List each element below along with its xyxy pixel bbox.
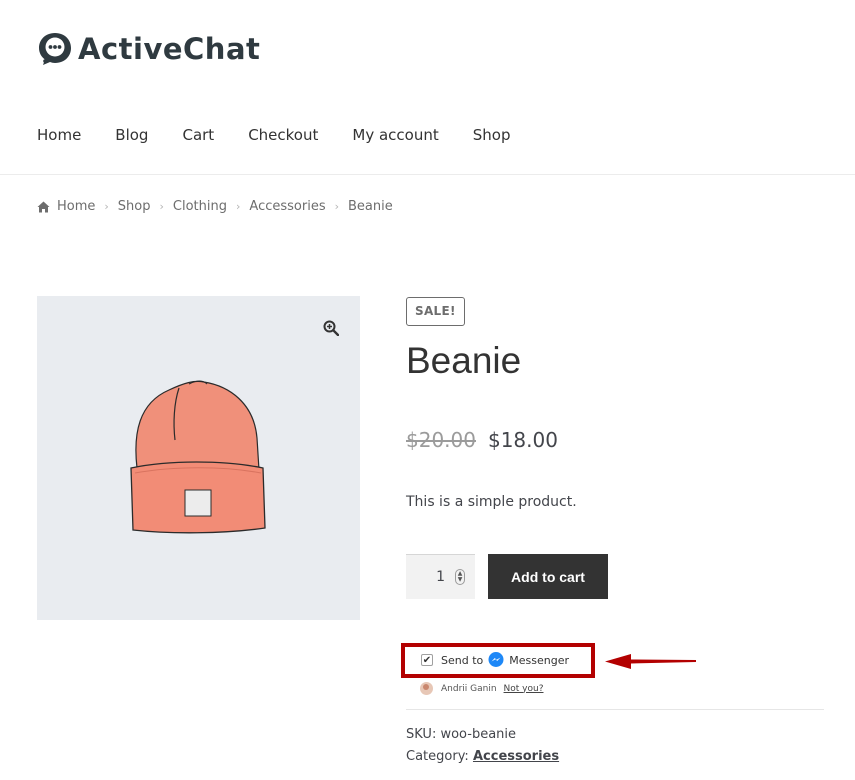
chevron-down-icon[interactable]: ▼ xyxy=(458,577,463,583)
nav-item-cart[interactable]: Cart xyxy=(182,126,214,144)
breadcrumb-current: Beanie xyxy=(348,199,393,214)
nav-item-checkout[interactable]: Checkout xyxy=(248,126,318,144)
product-price: $20.00 $18.00 xyxy=(406,428,558,452)
send-to-messenger-checkbox[interactable]: ✔ Send to Messenger xyxy=(421,652,569,668)
site-logo[interactable]: ActiveChat xyxy=(37,31,260,67)
spinner-arrows-icon[interactable]: ▲ ▼ xyxy=(455,569,465,585)
logo-text: ActiveChat xyxy=(78,32,261,66)
breadcrumb: Home › Shop › Clothing › Accessories › B… xyxy=(37,199,393,214)
messenger-label: Messenger xyxy=(509,653,569,667)
messenger-user-row: Andrii Ganin Not you? xyxy=(420,682,544,695)
sale-badge: SALE! xyxy=(406,297,465,326)
product-page: ActiveChat Home Blog Cart Checkout My ac… xyxy=(0,0,855,780)
nav-item-home[interactable]: Home xyxy=(37,126,81,144)
header-divider xyxy=(0,174,855,175)
nav-item-blog[interactable]: Blog xyxy=(115,126,148,144)
send-to-label: Send to xyxy=(441,653,484,667)
beanie-illustration xyxy=(130,380,266,534)
messenger-icon xyxy=(488,652,504,667)
home-icon xyxy=(37,201,50,212)
checkbox[interactable]: ✔ xyxy=(421,654,433,666)
chevron-right-icon: › xyxy=(334,200,339,213)
regular-price: $20.00 xyxy=(406,428,476,452)
product-title: Beanie xyxy=(406,340,522,381)
primary-navigation: Home Blog Cart Checkout My account Shop xyxy=(37,126,544,144)
chevron-right-icon: › xyxy=(104,200,109,213)
nav-item-shop[interactable]: Shop xyxy=(473,126,511,144)
quantity-stepper[interactable]: 1 ▲ ▼ xyxy=(406,554,475,599)
product-category: Category: Accessories xyxy=(406,749,559,764)
avatar xyxy=(420,682,433,695)
breadcrumb-accessories[interactable]: Accessories xyxy=(249,199,325,214)
meta-divider xyxy=(406,709,824,710)
sku-label: SKU: xyxy=(406,727,437,742)
nav-item-my-account[interactable]: My account xyxy=(352,126,438,144)
breadcrumb-home[interactable]: Home xyxy=(57,199,95,214)
category-label: Category: xyxy=(406,749,469,764)
breadcrumb-shop[interactable]: Shop xyxy=(118,199,151,214)
chat-bubble-logo-icon xyxy=(39,33,71,65)
category-link[interactable]: Accessories xyxy=(473,749,559,764)
product-image[interactable] xyxy=(37,296,360,620)
chevron-right-icon: › xyxy=(236,200,241,213)
sku-value: woo-beanie xyxy=(440,727,517,742)
not-you-link[interactable]: Not you? xyxy=(504,684,544,694)
quantity-value[interactable]: 1 xyxy=(436,569,445,585)
product-sku: SKU: woo-beanie xyxy=(406,727,516,742)
zoom-magnifier-icon[interactable] xyxy=(323,320,339,336)
breadcrumb-clothing[interactable]: Clothing xyxy=(173,199,227,214)
user-name: Andrii Ganin xyxy=(441,683,497,694)
arrow-left-icon xyxy=(605,654,696,669)
chevron-right-icon: › xyxy=(159,200,164,213)
add-to-cart-button[interactable]: Add to cart xyxy=(488,554,608,599)
sale-price: $18.00 xyxy=(487,428,558,452)
product-short-description: This is a simple product. xyxy=(406,494,577,510)
